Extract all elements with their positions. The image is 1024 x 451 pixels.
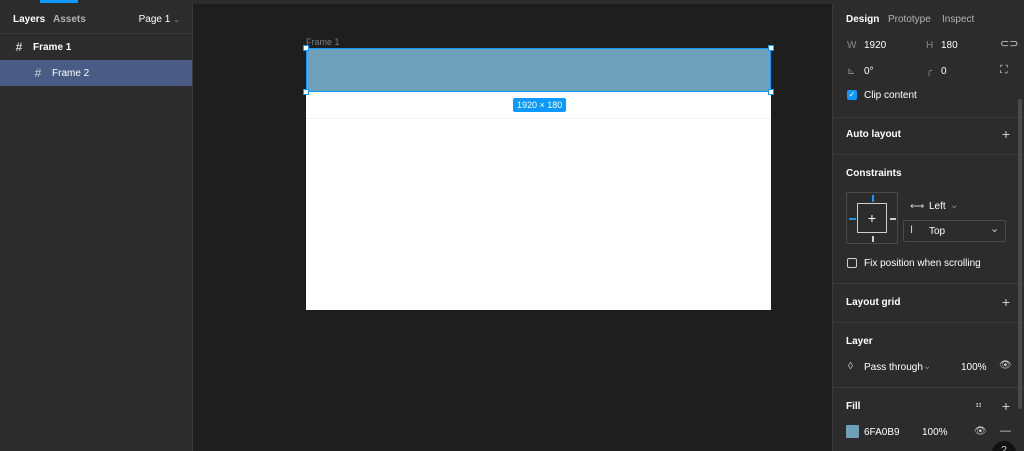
layer-section-title: Layer: [846, 336, 873, 347]
clip-content-label: Clip content: [864, 90, 917, 101]
independent-corners-icon[interactable]: ⛶: [1000, 65, 1008, 76]
properties-panel: Design Prototype Inspect W 1920 H 180 ⊂⊃…: [832, 4, 1024, 451]
auto-layout-title: Auto layout: [846, 129, 901, 140]
horizontal-constraint-icon: ⟷: [910, 201, 925, 212]
chevron-down-icon: ⌄: [950, 200, 959, 211]
width-input[interactable]: 1920: [864, 40, 886, 51]
tab-design[interactable]: Design: [846, 14, 879, 25]
layers-panel: Layers Assets Page 1 ⌄ # Frame 1 # Frame …: [0, 4, 193, 451]
fill-hex-input[interactable]: 6FA0B9: [864, 427, 900, 438]
fill-opacity-input[interactable]: 100%: [922, 427, 948, 438]
constraint-bottom-bar[interactable]: [872, 236, 874, 242]
eye-icon[interactable]: 👁: [999, 360, 1012, 371]
size-badge: 1920 × 180: [513, 98, 567, 112]
frame-hash-icon: #: [34, 66, 42, 80]
divider: [833, 117, 1024, 118]
layer-name: Frame 1: [33, 41, 72, 53]
constraint-top-bar[interactable]: [872, 195, 874, 202]
resize-handle-top-left[interactable]: [303, 45, 309, 51]
blend-mode-select[interactable]: Pass through: [864, 362, 923, 373]
divider: [833, 387, 1024, 388]
vertical-constraint-value: Top: [929, 226, 946, 237]
height-label: H: [926, 40, 934, 51]
constraint-left-bar[interactable]: [849, 218, 856, 220]
corner-radius-input[interactable]: 0: [941, 66, 947, 77]
frame-1-label[interactable]: Frame 1: [306, 37, 340, 47]
chevron-down-icon: ⌄: [923, 361, 932, 372]
frame-2-selected[interactable]: [306, 48, 771, 92]
chevron-down-icon: ⌄: [173, 15, 180, 24]
resize-handle-bottom-right[interactable]: [768, 89, 774, 95]
constrain-proportions-icon[interactable]: ⊂⊃: [1000, 39, 1018, 50]
fix-position-label: Fix position when scrolling: [864, 258, 981, 269]
left-panel-tabs: Layers Assets Page 1 ⌄: [0, 4, 192, 34]
layer-item-frame-2[interactable]: # Frame 2: [0, 60, 192, 86]
remove-fill-icon[interactable]: —: [1000, 426, 1011, 437]
design-canvas[interactable]: Frame 1 1920 × 180: [193, 4, 832, 451]
tab-layers[interactable]: Layers: [13, 14, 45, 25]
add-layout-grid-icon[interactable]: +: [1002, 295, 1010, 309]
layer-item-frame-1[interactable]: # Frame 1: [0, 34, 192, 60]
active-tool-indicator: [40, 0, 78, 3]
vertical-constraint-icon: I: [910, 224, 914, 236]
tab-inspect[interactable]: Inspect: [942, 14, 974, 25]
constraint-right-bar[interactable]: [890, 218, 896, 220]
constraints-widget[interactable]: +: [846, 192, 898, 244]
vertical-constraint-select[interactable]: I Top ⌄: [903, 220, 1006, 242]
height-input[interactable]: 180: [941, 40, 958, 51]
add-fill-icon[interactable]: +: [1002, 399, 1010, 413]
width-label: W: [847, 40, 857, 51]
frame-divider-line: [306, 118, 771, 119]
layout-grid-title: Layout grid: [846, 297, 901, 308]
horizontal-constraint-select[interactable]: Left: [929, 201, 946, 212]
divider: [833, 322, 1024, 323]
clip-content-checkbox[interactable]: ✓: [847, 90, 857, 100]
constraint-center-icon[interactable]: +: [857, 203, 887, 233]
resize-handle-top-right[interactable]: [768, 45, 774, 51]
corner-radius-icon: ╭: [926, 66, 933, 77]
tab-assets[interactable]: Assets: [53, 14, 86, 25]
add-auto-layout-icon[interactable]: +: [1002, 127, 1010, 141]
resize-handle-bottom-left[interactable]: [303, 89, 309, 95]
constraints-title: Constraints: [846, 168, 902, 179]
page-selector[interactable]: Page 1 ⌄: [139, 14, 180, 25]
page-selector-label: Page 1: [138, 14, 171, 25]
layer-name: Frame 2: [52, 67, 90, 79]
fill-color-swatch[interactable]: [846, 425, 859, 438]
style-grid-icon[interactable]: ⠶: [975, 400, 982, 411]
divider: [833, 283, 1024, 284]
eye-icon[interactable]: 👁: [974, 426, 987, 437]
panel-scrollbar[interactable]: [1018, 99, 1022, 409]
fill-section-title: Fill: [846, 401, 861, 412]
rotation-icon: ⊾: [847, 66, 856, 77]
layer-opacity-input[interactable]: 100%: [961, 362, 987, 373]
fix-position-checkbox[interactable]: [847, 258, 857, 268]
rotation-input[interactable]: 0°: [864, 66, 874, 77]
tab-prototype[interactable]: Prototype: [888, 14, 931, 25]
frame-hash-icon: #: [15, 40, 23, 54]
help-button[interactable]: ?: [992, 441, 1016, 451]
divider: [833, 154, 1024, 155]
chevron-down-icon: ⌄: [990, 223, 1000, 235]
blend-mode-drop-icon: ◊: [848, 361, 853, 372]
